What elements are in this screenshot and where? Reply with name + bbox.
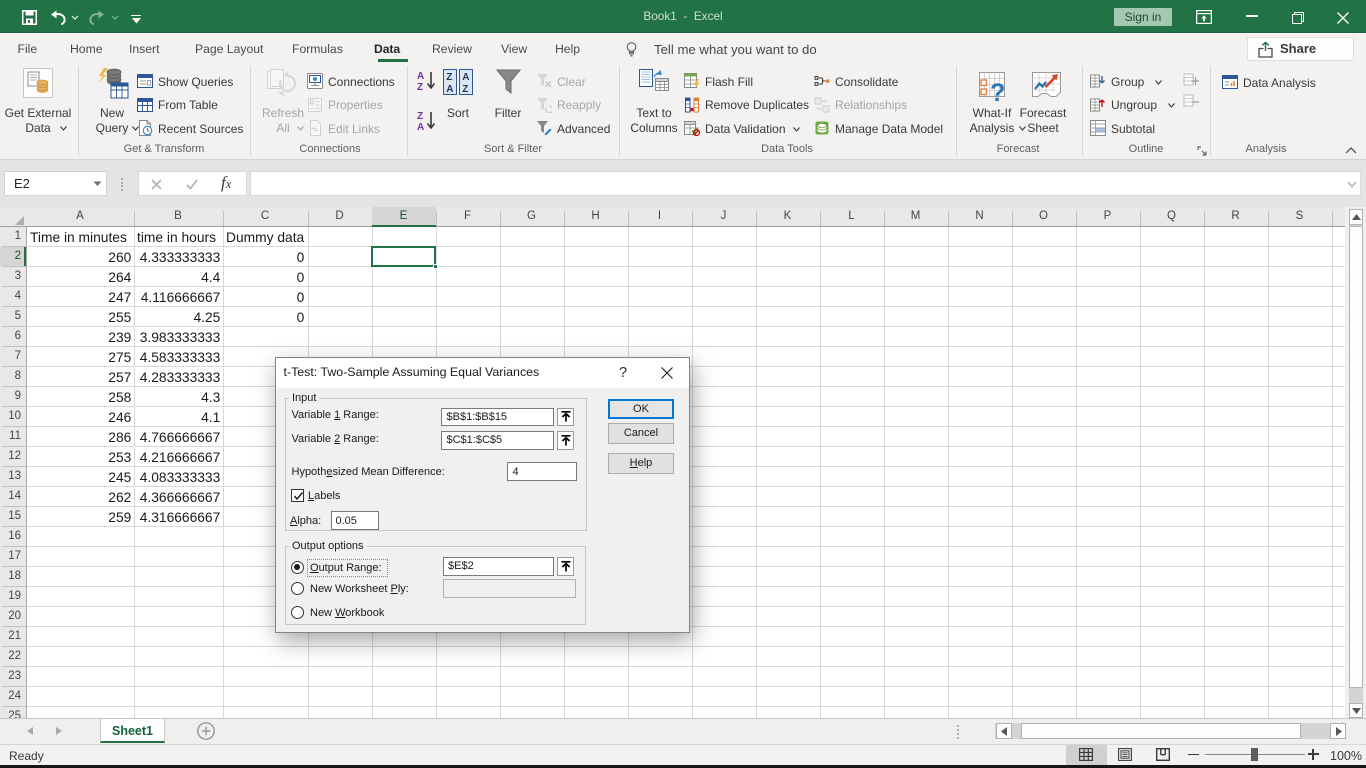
svg-text:Z: Z [462, 84, 468, 95]
svg-text:Z: Z [417, 82, 423, 91]
svg-text:?: ? [990, 79, 1005, 102]
svg-text:A: A [462, 72, 469, 83]
svg-text:Z: Z [446, 72, 452, 83]
svg-text:A: A [446, 84, 453, 95]
svg-text:A: A [417, 122, 424, 131]
svg-text:A: A [417, 71, 424, 82]
